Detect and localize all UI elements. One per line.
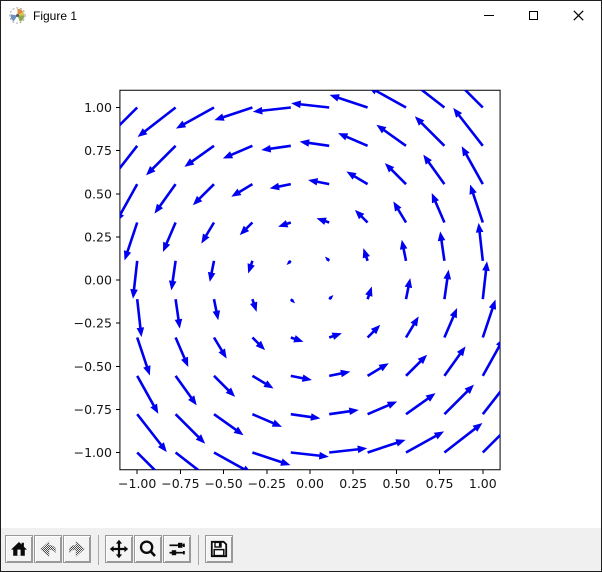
y-tick-label: −1.00	[74, 445, 112, 460]
pan-button[interactable]	[105, 535, 133, 563]
close-icon	[573, 10, 584, 21]
zoom-button[interactable]	[134, 535, 162, 563]
close-button[interactable]	[556, 1, 601, 30]
home-button[interactable]	[5, 535, 33, 563]
magnifier-icon	[138, 539, 158, 559]
save-floppy-icon	[209, 539, 229, 559]
window-title: Figure 1	[33, 9, 466, 23]
title-bar[interactable]: Figure 1	[1, 1, 601, 30]
maximize-button[interactable]	[511, 1, 556, 30]
x-tick-label: −0.50	[204, 476, 242, 491]
toolbar-separator	[98, 535, 99, 565]
y-tick-label: 0.00	[84, 273, 112, 288]
back-button[interactable]	[34, 535, 62, 563]
y-tick-label: 0.25	[84, 229, 112, 244]
forward-arrow-icon	[67, 539, 87, 559]
minimize-button[interactable]	[466, 1, 511, 30]
x-tick-label: 0.75	[426, 476, 454, 491]
x-tick-label: 1.00	[469, 476, 497, 491]
pan-icon	[109, 539, 129, 559]
arrow-head	[406, 78, 416, 87]
arrow-head	[108, 174, 117, 184]
y-tick-label: 0.75	[84, 143, 112, 158]
x-tick-label: 0.25	[339, 476, 367, 491]
sliders-icon	[167, 539, 187, 559]
forward-button[interactable]	[63, 535, 91, 563]
minimize-icon	[484, 15, 494, 16]
y-tick-label: −0.75	[74, 402, 112, 417]
back-arrow-icon	[38, 539, 58, 559]
save-button[interactable]	[205, 535, 233, 563]
configure-subplots-button[interactable]	[163, 535, 191, 563]
x-tick-label: −1.00	[118, 476, 156, 491]
y-tick-label: 0.50	[84, 186, 112, 201]
y-tick-label: −0.50	[74, 359, 112, 374]
axes-frame	[120, 90, 500, 470]
x-tick-label: 0.00	[296, 476, 324, 491]
arrow-head	[504, 376, 513, 386]
maximize-icon	[529, 11, 538, 20]
home-icon	[9, 539, 29, 559]
quiver-plot: −1.00 −0.75 −0.50 −0.25 0.00 0.25 0.50 0.75 1.00…	[1, 30, 601, 528]
arrow-head	[511, 415, 520, 424]
figure-canvas[interactable]: −1.00 −0.75 −0.50 −0.25 0.00 0.25 0.50 0.75 1.00…	[1, 30, 601, 528]
x-tick-label: −0.25	[248, 476, 286, 491]
y-tick-label: −0.25	[74, 316, 112, 331]
navigation-toolbar	[1, 528, 601, 571]
x-tick-label: −0.75	[161, 476, 199, 491]
arrow-head	[445, 70, 454, 79]
x-tick-label: 0.50	[382, 476, 410, 491]
y-tick-label: 1.00	[84, 100, 112, 115]
figure-window: Figure 1 −1.00 −0.75 −0.50 −0.25 0.00 0.25 0.5…	[0, 0, 602, 572]
matplotlib-logo-icon	[9, 7, 26, 24]
toolbar-separator	[198, 535, 199, 565]
